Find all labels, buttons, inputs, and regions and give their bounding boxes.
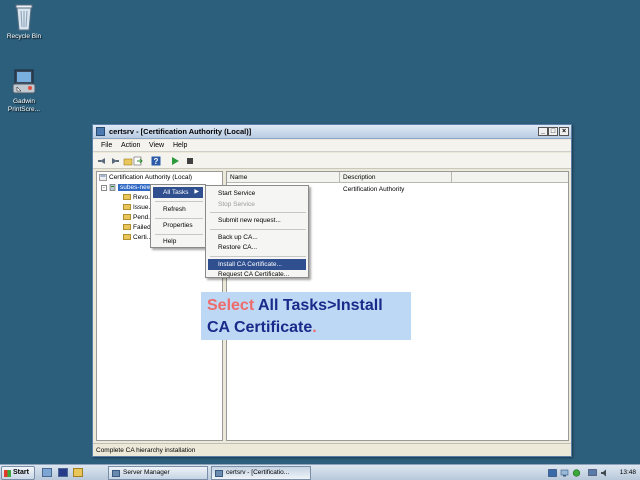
forward-icon[interactable] — [110, 156, 120, 166]
svg-text:?: ? — [154, 157, 159, 166]
taskbar-button-server-manager[interactable]: Server Manager — [108, 466, 208, 480]
title-bar[interactable]: certsrv - [Certification Authority (Loca… — [93, 125, 571, 139]
server-manager-icon — [112, 470, 120, 477]
column-header-description[interactable]: Description — [340, 172, 452, 183]
menu-item-properties[interactable]: Properties — [153, 220, 203, 231]
taskbar-button-label: Server Manager — [123, 469, 170, 476]
menu-item-restore-ca[interactable]: Restore CA... — [208, 242, 306, 253]
column-header-name[interactable]: Name — [227, 172, 340, 183]
help-icon[interactable]: ? — [151, 156, 161, 166]
volume-tray-icon[interactable] — [600, 469, 609, 477]
start-button[interactable]: Start — [1, 466, 35, 480]
all-tasks-submenu: Start Service Stop Service Submit new re… — [205, 185, 309, 278]
taskbar-button-certsrv[interactable]: certsrv - [Certificatio... — [211, 466, 311, 480]
up-icon[interactable] — [123, 156, 133, 166]
tree-folder[interactable]: Revo... — [123, 194, 154, 202]
desktop-icon-recycle-bin[interactable]: Recycle Bin — [0, 3, 48, 41]
folder-icon — [123, 194, 131, 201]
column-header-empty — [452, 172, 568, 183]
folder-icon — [123, 214, 131, 221]
stop-icon[interactable] — [185, 156, 195, 166]
menu-item-stop-service: Stop Service — [218, 201, 255, 208]
menu-separator — [210, 256, 306, 257]
menu-item-label: All Tasks — [163, 189, 189, 196]
folder-icon — [123, 234, 131, 241]
menu-item-refresh[interactable]: Refresh — [153, 204, 203, 215]
menu-bar: File Action View Help — [93, 140, 571, 152]
windows-flag-icon — [4, 470, 11, 477]
menu-item-all-tasks[interactable]: All Tasks ▶ — [153, 187, 203, 198]
taskbar: Start Server Manager certsrv - [Certific… — [0, 464, 640, 480]
callout-period: . — [312, 319, 317, 336]
callout-highlight-word: Select — [207, 297, 255, 314]
play-icon[interactable] — [170, 156, 180, 166]
menu-help[interactable]: Help — [173, 142, 187, 149]
server-icon — [109, 184, 116, 191]
certificate-authority-icon — [99, 174, 107, 181]
menu-separator — [155, 201, 203, 202]
toolbar: ? — [93, 153, 571, 169]
gadwin-tray-icon[interactable] — [572, 469, 581, 477]
menu-separator — [155, 234, 203, 235]
quick-launch-explorer-icon[interactable] — [73, 468, 83, 477]
menu-separator — [155, 218, 203, 219]
minimize-button[interactable]: _ — [538, 127, 548, 136]
back-icon[interactable] — [97, 156, 107, 166]
certsrv-icon — [215, 470, 223, 477]
printscreen-icon — [12, 69, 36, 94]
submenu-arrow-icon: ▶ — [194, 189, 199, 195]
menu-separator — [210, 229, 306, 230]
network-tray-icon[interactable] — [560, 469, 569, 477]
list-row-description[interactable]: Certification Authority — [343, 186, 404, 193]
menu-item-start-service[interactable]: Start Service — [208, 188, 306, 199]
export-icon[interactable] — [133, 156, 143, 166]
flag-tray-icon[interactable] — [548, 469, 557, 477]
context-menu: All Tasks ▶ Refresh Properties Help — [150, 184, 206, 248]
folder-icon — [123, 204, 131, 211]
recycle-bin-icon — [15, 4, 33, 31]
callout-text-line2: CA Certificate — [207, 319, 313, 336]
folder-icon — [123, 224, 131, 231]
menu-item-submit-request[interactable]: Submit new request... — [208, 215, 306, 226]
desktop-icon-printscreen[interactable]: Gadwin PrintScre... — [0, 68, 48, 114]
callout-text-line1: All Tasks>Install — [254, 297, 383, 314]
tree-root-label: Certification Authority (Local) — [109, 174, 193, 182]
menu-item-request-ca-certificate[interactable]: Request CA Certificate... — [208, 269, 306, 280]
maximize-button[interactable]: □ — [548, 127, 558, 136]
display-tray-icon[interactable] — [588, 469, 597, 477]
system-tray: 13:48 — [546, 466, 638, 480]
menu-item-help[interactable]: Help — [153, 236, 203, 247]
collapse-icon[interactable]: - — [101, 184, 107, 191]
start-label: Start — [13, 469, 29, 476]
taskbar-clock[interactable]: 13:48 — [620, 469, 636, 476]
certsrv-app-icon — [96, 127, 105, 136]
menu-view[interactable]: View — [149, 142, 164, 149]
desktop-icon-label: Recycle Bin — [6, 33, 42, 40]
menu-separator — [210, 212, 306, 213]
menu-file[interactable]: File — [101, 142, 112, 149]
tree-root[interactable]: Certification Authority (Local) — [99, 174, 192, 182]
certsrv-window: certsrv - [Certification Authority (Loca… — [92, 124, 572, 457]
taskbar-button-label: certsrv - [Certificatio... — [226, 469, 290, 476]
window-title: certsrv - [Certification Authority (Loca… — [109, 127, 252, 136]
desktop-icon-label: Gadwin PrintScre... — [7, 98, 41, 113]
quick-launch-server-manager-icon[interactable] — [42, 468, 52, 477]
quick-launch-powershell-icon[interactable] — [58, 468, 68, 477]
menu-action[interactable]: Action — [121, 142, 140, 149]
instruction-callout: Select All Tasks>Install CA Certificate. — [201, 292, 411, 340]
close-button[interactable]: × — [559, 127, 569, 136]
status-text: Complete CA hierarchy installation — [96, 447, 196, 454]
tree-folder[interactable]: Certi... — [123, 234, 152, 242]
status-bar: Complete CA hierarchy installation — [93, 443, 571, 456]
